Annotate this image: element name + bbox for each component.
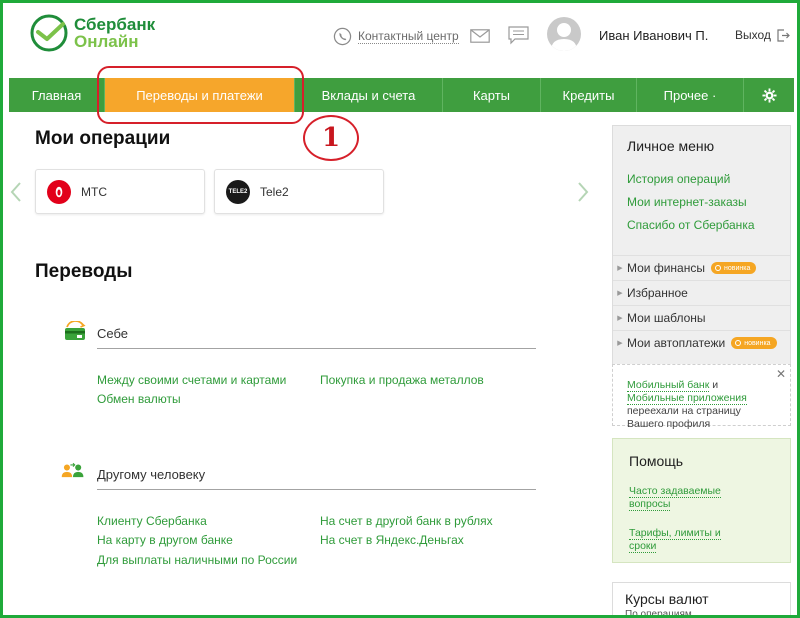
sidebar-link-spasibo[interactable]: Спасибо от Сбербанка [627, 218, 755, 232]
chevron-right-icon: ▶ [617, 315, 623, 322]
chevron-right-icon: ▶ [617, 265, 623, 272]
other-person-title: Другому человеку [97, 467, 206, 482]
moved-notice: Мобильный банк и Мобильные приложения пе… [612, 364, 791, 430]
help-link-faq[interactable]: Часто задаваемые вопросы [629, 485, 739, 511]
new-badge: новинка [731, 337, 777, 349]
nav-item-cards[interactable]: Карты [443, 78, 541, 112]
logout-button[interactable]: Выход [735, 28, 790, 42]
link-currency-exchange[interactable]: Обмен валюты [97, 392, 181, 406]
nav-item-other[interactable]: Прочее · [637, 78, 744, 112]
contact-center[interactable]: Контактный центр [333, 25, 459, 47]
carousel-prev-icon[interactable] [9, 181, 23, 203]
operation-card-label: Tele2 [260, 184, 289, 199]
currency-rates-subtitle: По операциям [625, 609, 692, 618]
mail-icon[interactable] [470, 29, 490, 43]
currency-rates-panel: Курсы валют По операциям [612, 582, 791, 618]
operation-card-tele2[interactable]: TELE2 Tele2 [214, 169, 384, 214]
transfers-title: Переводы [35, 261, 133, 282]
link-cash-payout[interactable]: Для выплаты наличными по России [97, 553, 297, 567]
settings-button[interactable] [744, 78, 794, 112]
header: Сбербанк Онлайн Контактный центр Иван Ив… [0, 0, 800, 70]
chevron-right-icon: ▶ [617, 340, 623, 347]
contact-center-link[interactable]: Контактный центр [358, 29, 459, 44]
operation-card-mts[interactable]: МТС [35, 169, 205, 214]
logo-line2: Онлайн [74, 32, 139, 51]
sidebar-item-templates[interactable]: ▶ Мои шаблоны [613, 305, 790, 330]
close-icon[interactable]: ✕ [776, 367, 786, 381]
nav-item-main[interactable]: Главная [9, 78, 105, 112]
self-transfer-title: Себе [97, 326, 129, 341]
personal-menu-title: Личное меню [627, 138, 715, 154]
link-sberbank-client[interactable]: Клиенту Сбербанка [97, 514, 207, 528]
sidebar-item-favorites[interactable]: ▶ Избранное [613, 280, 790, 305]
link-mobile-bank[interactable]: Мобильный банк [627, 379, 710, 392]
phone-icon [333, 27, 352, 45]
help-title: Помощь [629, 453, 684, 469]
help-link-tariffs[interactable]: Тарифы, лимиты и сроки [629, 527, 739, 553]
operation-card-label: МТС [81, 184, 107, 199]
tele2-logo-icon: TELE2 [226, 179, 250, 204]
nav-item-deposits[interactable]: Вклады и счета [295, 78, 443, 112]
sidebar-item-finances[interactable]: ▶ Мои финансы новинка [613, 255, 790, 280]
chevron-right-icon: ▶ [617, 290, 623, 297]
sberbank-logo-icon [30, 14, 68, 52]
help-panel: Помощь Часто задаваемые вопросы Тарифы, … [612, 438, 791, 563]
annotation-step-number: 1 [303, 115, 359, 161]
annotation-highlight [97, 66, 304, 124]
sidebar-link-history[interactable]: История операций [627, 172, 730, 186]
link-yandex-money[interactable]: На счет в Яндекс.Деньгах [320, 533, 464, 547]
link-metals-trade[interactable]: Покупка и продажа металлов [320, 373, 484, 387]
people-transfer-icon [61, 462, 84, 478]
currency-rates-title: Курсы валют [625, 591, 709, 607]
avatar[interactable] [547, 17, 581, 51]
carousel-next-icon[interactable] [576, 181, 590, 203]
new-badge: новинка [710, 262, 757, 274]
logout-icon [777, 28, 790, 42]
nav-item-credits[interactable]: Кредиты [541, 78, 637, 112]
link-card-other-bank[interactable]: На карту в другом банке [97, 533, 233, 547]
self-transfer-icon [65, 321, 86, 340]
user-name[interactable]: Иван Иванович П. [599, 28, 708, 43]
sberbank-logo[interactable]: Сбербанк Онлайн [30, 14, 200, 54]
divider [97, 348, 536, 349]
link-mobile-apps[interactable]: Мобильные приложения [627, 392, 747, 405]
user-silhouette-icon [551, 23, 577, 51]
mts-logo-icon [47, 179, 71, 204]
operations-title: Мои операции [35, 128, 171, 149]
sidebar-link-orders[interactable]: Мои интернет-заказы [627, 195, 747, 209]
link-account-other-bank[interactable]: На счет в другой банк в рублях [320, 514, 493, 528]
link-between-own-accounts[interactable]: Между своими счетами и картами [97, 373, 286, 387]
chat-icon[interactable] [508, 26, 529, 45]
gear-icon [761, 87, 777, 103]
divider [97, 489, 536, 490]
sidebar-item-autopayments[interactable]: ▶ Мои автоплатежи новинка [613, 330, 790, 355]
logout-label: Выход [735, 28, 771, 42]
